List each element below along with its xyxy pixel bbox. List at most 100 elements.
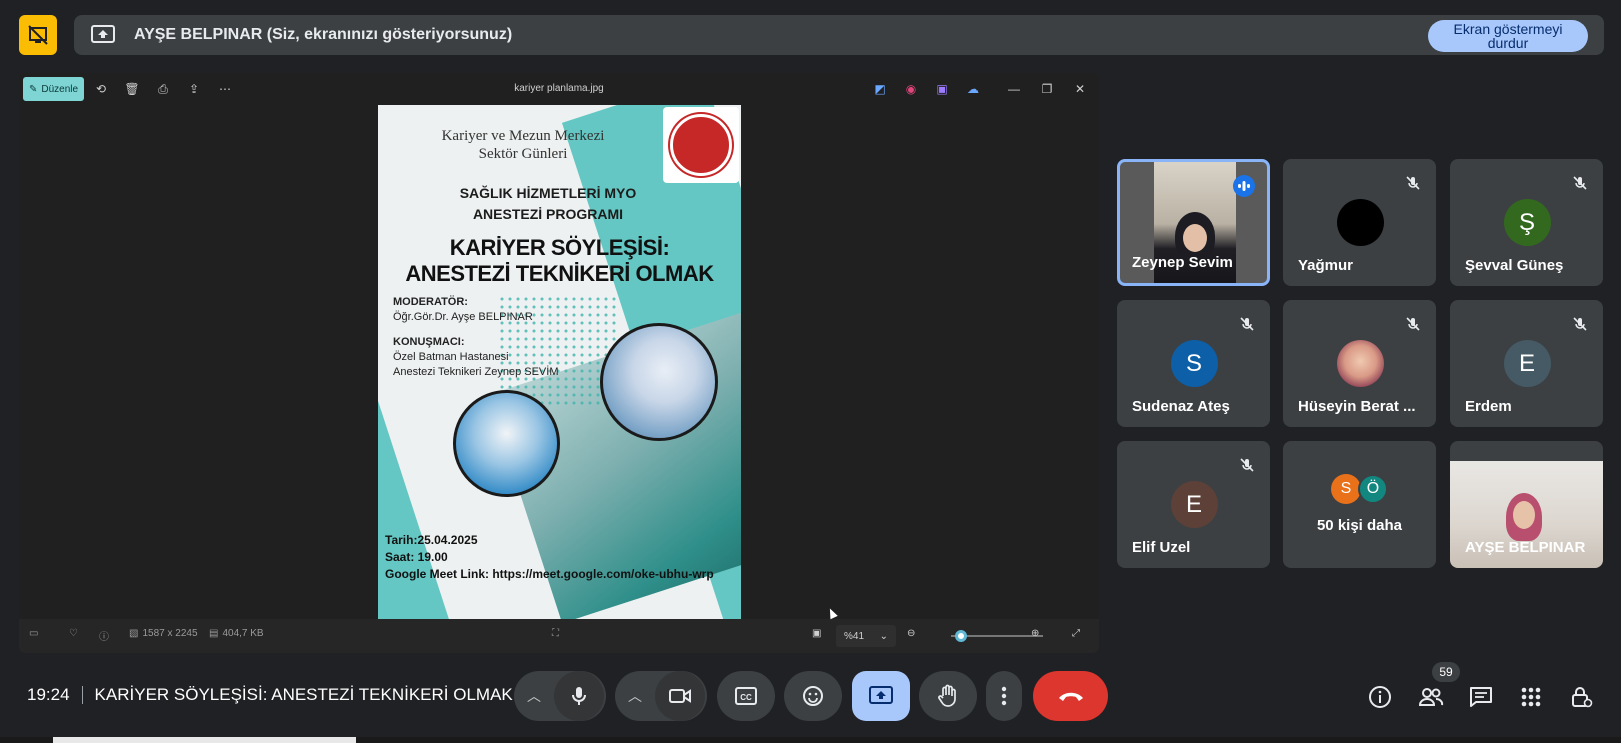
chevron-down-icon: ⌄	[879, 630, 888, 642]
participant-name: AYŞE BELPINAR	[1465, 539, 1586, 556]
stop-presenting-button[interactable]: Ekran göstermeyi durdur	[1428, 20, 1588, 52]
edit-ai-icon[interactable]: ◩	[872, 81, 888, 97]
anesthesia-photo	[453, 390, 560, 497]
event-time: Saat: 19.00	[385, 550, 448, 564]
host-controls-lock-icon[interactable]	[1567, 683, 1595, 711]
copilot-icon[interactable]: ◉	[903, 81, 919, 97]
zoom-slider-knob[interactable]	[955, 630, 967, 642]
more-options-icon[interactable]: ⋯	[217, 81, 233, 97]
taskbar-window-preview	[53, 737, 356, 743]
title-line1: KARİYER SÖYLEŞİSİ:	[449, 235, 670, 260]
poster-image: Kariyer ve Mezun Merkezi Sektör Günleri …	[378, 105, 741, 619]
zoom-select[interactable]: %41 ⌄	[836, 625, 896, 647]
avatar	[1336, 340, 1384, 387]
favorite-icon[interactable]: ♡	[69, 628, 78, 639]
actual-size-icon[interactable]: ▣	[812, 628, 821, 639]
more-participants-tile[interactable]: S Ö 50 kişi daha	[1283, 441, 1436, 568]
chat-icon[interactable]	[1467, 683, 1495, 711]
fit-screen-icon[interactable]: ⛶	[552, 628, 559, 639]
emoji-icon	[803, 686, 823, 706]
participant-tile[interactable]: Yağmur	[1283, 159, 1436, 286]
participant-tile[interactable]: E Elif Uzel	[1117, 441, 1270, 568]
minimize-icon[interactable]: —	[1004, 80, 1024, 98]
zoom-out-icon[interactable]: ⊖	[907, 628, 915, 639]
end-call-button[interactable]	[1033, 671, 1108, 721]
participant-tile[interactable]: Ş Şevval Güneş	[1450, 159, 1603, 286]
edit-label: Düzenle	[41, 83, 79, 95]
dimensions-icon: ▧	[129, 628, 139, 639]
clock-time: 19:24	[27, 685, 70, 704]
camera-button[interactable]	[655, 671, 705, 721]
mic-off-icon	[1569, 172, 1591, 194]
dept-line1: SAĞLIK HİZMETLERİ MYO	[459, 185, 637, 201]
divider	[81, 686, 83, 704]
mic-off-icon	[1236, 313, 1258, 335]
file-size-icon: ▤	[209, 628, 219, 639]
file-size: ▤ 404,7 KB	[209, 628, 264, 639]
clipchamp-icon[interactable]: ▣	[934, 81, 950, 97]
end-call-icon	[1058, 692, 1083, 701]
event-info: Tarih:25.04.2025 Saat: 19.00 Google Meet…	[385, 532, 714, 583]
dimensions-value: 1587 x 2245	[142, 628, 198, 639]
participant-tile[interactable]: Hüseyin Berat ...	[1283, 300, 1436, 427]
participant-name: Zeynep Sevim	[1132, 254, 1233, 271]
meeting-details-icon[interactable]	[1366, 683, 1394, 711]
meeting-title: KARİYER SÖYLEŞİSİ: ANESTEZİ TEKNİKERİ OL…	[94, 685, 513, 704]
raise-hand-button[interactable]	[919, 671, 977, 721]
mic-options-chevron-icon[interactable]: ︿	[514, 671, 554, 721]
avatar: S	[1170, 340, 1218, 387]
rotate-icon[interactable]: ⟲	[93, 81, 109, 97]
present-screen-icon	[90, 24, 116, 46]
maximize-icon[interactable]: ❐	[1037, 80, 1057, 98]
more-participants-label: 50 kişi daha	[1316, 517, 1403, 534]
viewer-toolbar: ✎ Düzenle ⟲ 🗑 ⎙ ⇪ ⋯ kariyer planlama.jpg…	[19, 73, 1099, 105]
file-size-value: 404,7 KB	[222, 628, 264, 639]
viewer-status-bar: ▭ ♡ ⓘ ▧ 1587 x 2245 ▤ 404,7 KB ⛶ ▣ %41 ⌄…	[19, 619, 1099, 653]
activities-grid-icon[interactable]	[1517, 683, 1545, 711]
close-icon[interactable]: ✕	[1070, 80, 1090, 98]
emoji-reaction-button[interactable]	[784, 671, 842, 721]
participant-tile[interactable]: E Erdem	[1450, 300, 1603, 427]
captions-button[interactable]: CC	[717, 671, 775, 721]
avatar: Ö	[1358, 474, 1388, 504]
print-icon[interactable]: ⎙	[155, 81, 171, 97]
camera-options-chevron-icon[interactable]: ︿	[615, 671, 655, 721]
moderator-block: MODERATÖR: Öğr.Gör.Dr. Ayşe BELPINAR	[393, 295, 533, 325]
filmstrip-icon[interactable]: ▭	[29, 628, 38, 639]
file-name: kariyer planlama.jpg	[514, 83, 604, 94]
delete-icon[interactable]: 🗑	[124, 81, 140, 97]
avatar: Ş	[1503, 199, 1551, 246]
present-screen-button[interactable]	[852, 671, 910, 721]
info-icon[interactable]: ⓘ	[99, 628, 109, 643]
camera-icon	[669, 689, 691, 703]
taskbar-strip	[0, 737, 1621, 743]
image-dimensions: ▧ 1587 x 2245	[129, 628, 198, 639]
speaker-line2: Anestezi Teknikeri Zeynep SEVİM	[393, 366, 559, 378]
speaker-block: KONUŞMACI: Özel Batman Hastanesi Anestez…	[393, 335, 558, 380]
zoom-in-icon[interactable]: ⊕	[1031, 628, 1039, 639]
moderator-label: MODERATÖR:	[393, 296, 468, 308]
mic-button[interactable]	[554, 671, 604, 721]
share-icon[interactable]: ⇪	[186, 81, 202, 97]
edit-button[interactable]: ✎ Düzenle	[23, 77, 84, 101]
participant-tile[interactable]: Zeynep Sevim	[1117, 159, 1270, 286]
participant-tile[interactable]: S Sudenaz Ateş	[1117, 300, 1270, 427]
participant-video	[1183, 224, 1207, 252]
more-options-button[interactable]	[986, 671, 1022, 721]
poster-department: SAĞLIK HİZMETLERİ MYO ANESTEZİ PROGRAMI	[378, 183, 718, 225]
onedrive-icon[interactable]: ☁	[965, 81, 981, 97]
captions-icon: CC	[735, 687, 757, 705]
raise-hand-icon	[938, 684, 956, 707]
zoom-value: %41	[844, 630, 865, 642]
avatar: E	[1503, 340, 1551, 387]
avatar: S	[1331, 474, 1361, 504]
speaking-indicator-icon	[1233, 175, 1255, 197]
participant-tile-self[interactable]: AYŞE BELPINAR	[1450, 441, 1603, 568]
mic-control-group: ︿	[514, 671, 606, 721]
mic-off-icon	[1402, 172, 1424, 194]
seal-logo	[670, 114, 732, 176]
avatar: E	[1170, 481, 1218, 528]
fullscreen-icon[interactable]: ⤢	[1072, 628, 1080, 639]
people-icon[interactable]	[1417, 683, 1445, 711]
more-vert-icon	[1001, 686, 1007, 706]
